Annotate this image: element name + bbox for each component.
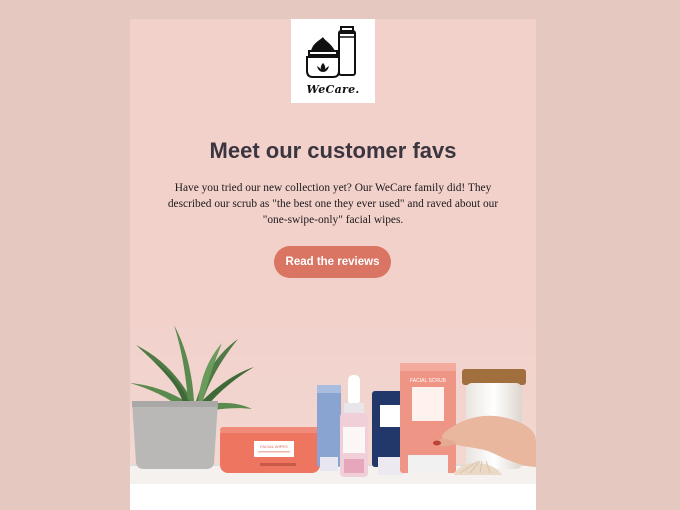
read-reviews-button[interactable]: Read the reviews — [274, 246, 391, 278]
blue-tube — [317, 385, 341, 471]
scrub-tube: FACIAL SCRUB — [400, 363, 456, 473]
wipes-pack: FACIAL WIPES — [220, 427, 320, 473]
email-footer-area — [130, 484, 536, 510]
skincare-jar-tube-icon — [306, 26, 356, 78]
wipes-label: FACIAL WIPES — [260, 444, 288, 449]
email-container: WeCare. Meet our customer favs Have you … — [130, 19, 536, 510]
product-lineup-image[interactable]: FACIAL WIPES FACIAL SCRUB — [130, 317, 536, 484]
brand-logo[interactable]: WeCare. — [291, 19, 375, 103]
scrub-label: FACIAL SCRUB — [410, 378, 447, 384]
brand-name: WeCare. — [306, 83, 360, 96]
body-text: Have you tried our new collection yet? O… — [167, 182, 499, 226]
headline: Meet our customer favs — [209, 138, 457, 163]
